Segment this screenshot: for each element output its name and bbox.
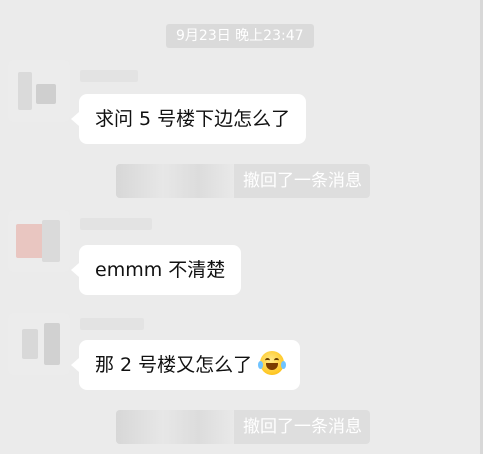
- sender-name-blurred: [80, 70, 138, 82]
- timestamp-label: 9月23日 晚上23:47: [166, 24, 314, 48]
- message-text: 那 2 号楼又怎么了: [95, 354, 253, 376]
- avatar[interactable]: [8, 210, 70, 272]
- tears-of-joy-icon: [258, 351, 287, 375]
- recall-text: 撤回了一条消息: [243, 417, 362, 437]
- sender-name-blurred: [116, 410, 234, 444]
- recall-notice: 撤回了一条消息: [116, 410, 370, 444]
- message-text: 求问 5 号楼下边怎么了: [95, 108, 291, 130]
- avatar[interactable]: [8, 313, 70, 375]
- recall-text: 撤回了一条消息: [243, 171, 362, 191]
- sender-name-blurred: [80, 218, 152, 230]
- avatar[interactable]: [8, 60, 70, 122]
- message-text: emmm 不清楚: [95, 259, 226, 281]
- sender-name-blurred: [116, 164, 234, 198]
- message-bubble[interactable]: 求问 5 号楼下边怎么了: [70, 94, 307, 144]
- sender-name-blurred: [80, 318, 144, 330]
- chat-window: 9月23日 晚上23:47 求问 5 号楼下边怎么了 撤回了一条消息 emmm …: [0, 0, 483, 454]
- message-bubble[interactable]: 那 2 号楼又怎么了: [70, 340, 301, 390]
- message-bubble[interactable]: emmm 不清楚: [70, 245, 242, 295]
- recall-notice: 撤回了一条消息: [116, 164, 370, 198]
